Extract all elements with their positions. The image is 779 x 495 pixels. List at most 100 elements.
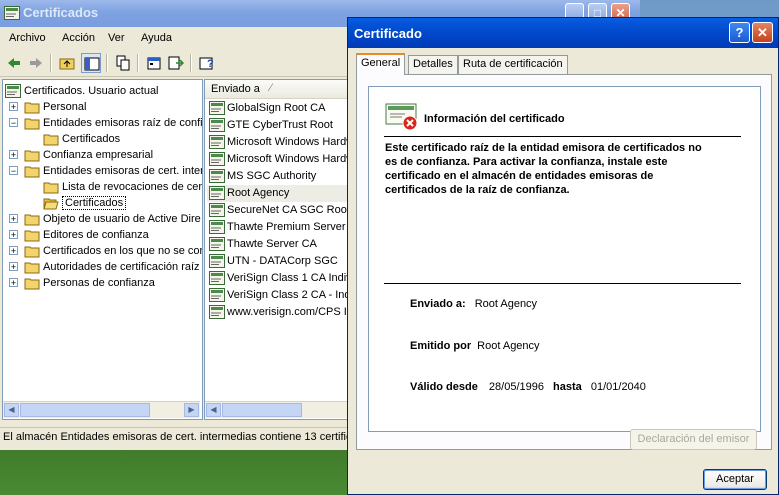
- list-item[interactable]: MS SGC Authority: [207, 168, 351, 185]
- properties-icon: [147, 57, 161, 70]
- tree-item[interactable]: + Autoridades de certificación raíz: [3, 259, 200, 275]
- certificate-icon: [209, 118, 225, 132]
- forward-button[interactable]: [26, 53, 46, 73]
- tree-item[interactable]: + Personas de confianza: [3, 275, 200, 291]
- help-button[interactable]: ?: [197, 53, 217, 73]
- ok-button[interactable]: Aceptar: [703, 469, 767, 490]
- column-header-issued-to[interactable]: Enviado a ⁄: [205, 80, 351, 99]
- issuer-statement-button[interactable]: Declaración del emisor: [630, 429, 757, 450]
- properties-button[interactable]: [144, 53, 164, 73]
- expand-icon[interactable]: +: [9, 278, 18, 288]
- issued-by-value: Root Agency: [477, 340, 540, 352]
- expand-icon[interactable]: +: [9, 230, 18, 240]
- back-button[interactable]: [4, 53, 24, 73]
- list-item[interactable]: www.verisign.com/CPS In: [207, 304, 351, 321]
- divider: [384, 283, 741, 284]
- valid-from-label: Válido desde: [410, 381, 478, 393]
- list-item[interactable]: Root Agency: [207, 185, 351, 202]
- menu-ayuda[interactable]: Ayuda: [141, 32, 172, 44]
- tree-horizontal-scrollbar[interactable]: ◀ ▶: [3, 401, 200, 418]
- tree-item[interactable]: − Entidades emisoras raíz de confia: [3, 115, 203, 131]
- copy-icon: [116, 55, 130, 71]
- certificate-icon: [209, 169, 225, 183]
- tree-item-label: Confianza empresarial: [43, 149, 154, 161]
- list-item[interactable]: GTE CyberTrust Root: [207, 117, 351, 134]
- valid-to-value: 01/01/2040: [590, 381, 646, 393]
- expand-icon[interactable]: +: [9, 246, 18, 256]
- list-item[interactable]: SecureNet CA SGC Root: [207, 202, 351, 219]
- folder-open-icon: [43, 198, 59, 210]
- console-tree[interactable]: Certificados. Usuario actual + Personal − En…: [2, 79, 203, 420]
- cert-store-icon: [5, 84, 21, 98]
- folder-icon: [24, 262, 40, 274]
- list-item[interactable]: VeriSign Class 1 CA Indivi: [207, 270, 351, 287]
- up-one-level-button[interactable]: [57, 53, 77, 73]
- certificate-icon: [209, 254, 225, 268]
- tree-item-label: Autoridades de certificación raíz: [43, 261, 200, 273]
- folder-icon: [24, 102, 40, 114]
- tab-ruta-certificacion[interactable]: Ruta de certificación: [458, 55, 568, 74]
- export-list-button[interactable]: [166, 53, 186, 73]
- list-item[interactable]: GlobalSign Root CA: [207, 100, 351, 117]
- list-item[interactable]: VeriSign Class 2 CA - Indiv: [207, 287, 351, 304]
- scroll-left-icon[interactable]: ◀: [4, 403, 19, 417]
- expand-icon[interactable]: +: [9, 102, 18, 112]
- folder-up-icon: [59, 58, 75, 70]
- list-item[interactable]: UTN - DATACorp SGC: [207, 253, 351, 270]
- tree-item[interactable]: Lista de revocaciones de cert: [3, 179, 203, 195]
- certificate-dialog: Certificado ? ✕ General Detalles Ruta de…: [347, 17, 779, 495]
- copy-button[interactable]: [113, 53, 133, 73]
- list-item-label: SecureNet CA SGC Root: [227, 204, 350, 216]
- certificate-list[interactable]: Enviado a ⁄ GlobalSign Root CA GTE CyberT…: [204, 79, 352, 420]
- tree-item[interactable]: Certificados: [3, 195, 200, 211]
- folder-icon: [43, 182, 59, 194]
- tab-detalles[interactable]: Detalles: [408, 55, 458, 74]
- list-item-label: Microsoft Windows Hardw: [227, 153, 352, 165]
- menu-accion[interactable]: Acción: [62, 32, 95, 44]
- list-scroll-thumb[interactable]: [222, 403, 302, 417]
- scroll-right-icon[interactable]: ▶: [184, 403, 199, 417]
- list-item[interactable]: Thawte Premium Server C: [207, 219, 351, 236]
- sort-indicator-icon: ⁄: [270, 82, 272, 94]
- tree-item-label: Lista de revocaciones de cert: [62, 181, 203, 193]
- certificate-icon: [209, 237, 225, 251]
- list-item[interactable]: Thawte Server CA: [207, 236, 351, 253]
- certificate-icon: [209, 288, 225, 302]
- list-item-label: Microsoft Windows Hardw: [227, 136, 352, 148]
- tab-general[interactable]: General: [356, 53, 406, 75]
- tree-item[interactable]: − Entidades emisoras de cert. inter: [3, 163, 202, 179]
- valid-from-value: 28/05/1996: [488, 381, 544, 393]
- tree-item-label: Certificados. Usuario actual: [24, 85, 159, 97]
- show-hide-tree-button[interactable]: [81, 53, 101, 73]
- list-item[interactable]: Microsoft Windows Hardw: [207, 151, 351, 168]
- tree-item-label: Certificados: [62, 196, 127, 210]
- issued-to-row: Enviado a: Root Agency: [410, 298, 537, 310]
- list-item-label: GlobalSign Root CA: [227, 102, 326, 114]
- list-item[interactable]: Microsoft Windows Hardw: [207, 134, 351, 151]
- tree-item[interactable]: + Editores de confianza: [3, 227, 200, 243]
- tree-item[interactable]: + Certificados en los que no se con: [3, 243, 202, 259]
- menu-archivo[interactable]: Archivo: [9, 32, 46, 44]
- collapse-icon[interactable]: −: [9, 118, 18, 128]
- tree-item[interactable]: Certificados. Usuario actual: [3, 83, 200, 99]
- menu-ver[interactable]: Ver: [108, 32, 125, 44]
- tree-item[interactable]: + Confianza empresarial: [3, 147, 200, 163]
- expand-icon[interactable]: +: [9, 150, 18, 160]
- tree-item[interactable]: + Personal: [3, 99, 200, 115]
- certificate-icon: [209, 135, 225, 149]
- dialog-title-bar[interactable]: Certificado ? ✕: [348, 18, 778, 48]
- certificate-icon: [209, 271, 225, 285]
- list-horizontal-scrollbar[interactable]: ◀: [205, 401, 351, 418]
- tree-scroll-thumb[interactable]: [20, 403, 150, 417]
- expand-icon[interactable]: +: [9, 262, 18, 272]
- export-list-icon: [168, 56, 184, 70]
- expand-icon[interactable]: +: [9, 214, 18, 224]
- issued-by-row: Emitido por Root Agency: [410, 340, 540, 352]
- scroll-left-icon[interactable]: ◀: [206, 403, 221, 417]
- collapse-icon[interactable]: −: [9, 166, 18, 176]
- tree-item-label: Entidades emisoras raíz de confia: [43, 117, 203, 129]
- dialog-close-button[interactable]: ✕: [752, 22, 773, 43]
- tree-item[interactable]: Certificados: [3, 131, 200, 147]
- dialog-help-button[interactable]: ?: [729, 22, 750, 43]
- tree-item[interactable]: + Objeto de usuario de Active Dire: [3, 211, 201, 227]
